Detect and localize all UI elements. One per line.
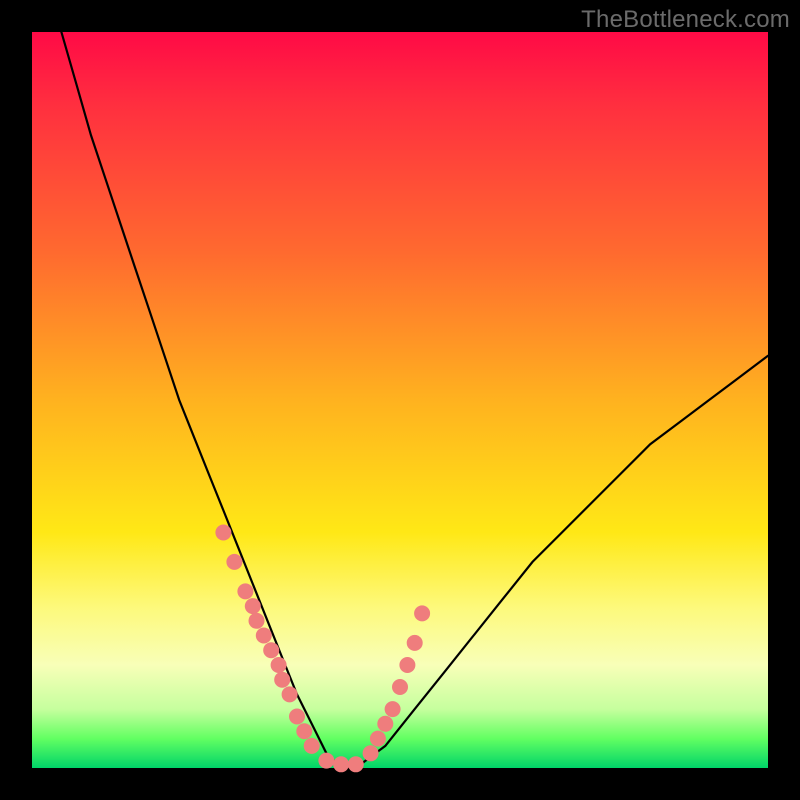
outer-frame: TheBottleneck.com	[0, 0, 800, 800]
highlight-dot	[333, 756, 349, 772]
highlight-dot	[249, 613, 265, 629]
bottleneck-curve	[61, 32, 768, 768]
plot-area	[32, 32, 768, 768]
highlight-dot	[348, 756, 364, 772]
highlight-dot	[318, 753, 334, 769]
highlight-dot	[282, 686, 298, 702]
watermark-text: TheBottleneck.com	[581, 6, 790, 34]
highlight-dot	[377, 716, 393, 732]
highlight-dot	[296, 723, 312, 739]
highlight-dot	[407, 635, 423, 651]
highlight-dot	[271, 657, 287, 673]
highlight-dot	[226, 554, 242, 570]
highlight-dot	[392, 679, 408, 695]
highlight-dot	[414, 605, 430, 621]
highlight-dots	[215, 525, 430, 773]
highlight-dot	[289, 709, 305, 725]
highlight-dot	[385, 701, 401, 717]
highlight-dot	[304, 738, 320, 754]
highlight-dot	[363, 745, 379, 761]
highlight-dot	[256, 628, 272, 644]
highlight-dot	[399, 657, 415, 673]
highlight-dot	[245, 598, 261, 614]
highlight-dot	[263, 642, 279, 658]
highlight-dot	[215, 525, 231, 541]
highlight-dot	[237, 583, 253, 599]
highlight-dot	[370, 731, 386, 747]
highlight-dot	[274, 672, 290, 688]
curve-svg	[32, 32, 768, 768]
